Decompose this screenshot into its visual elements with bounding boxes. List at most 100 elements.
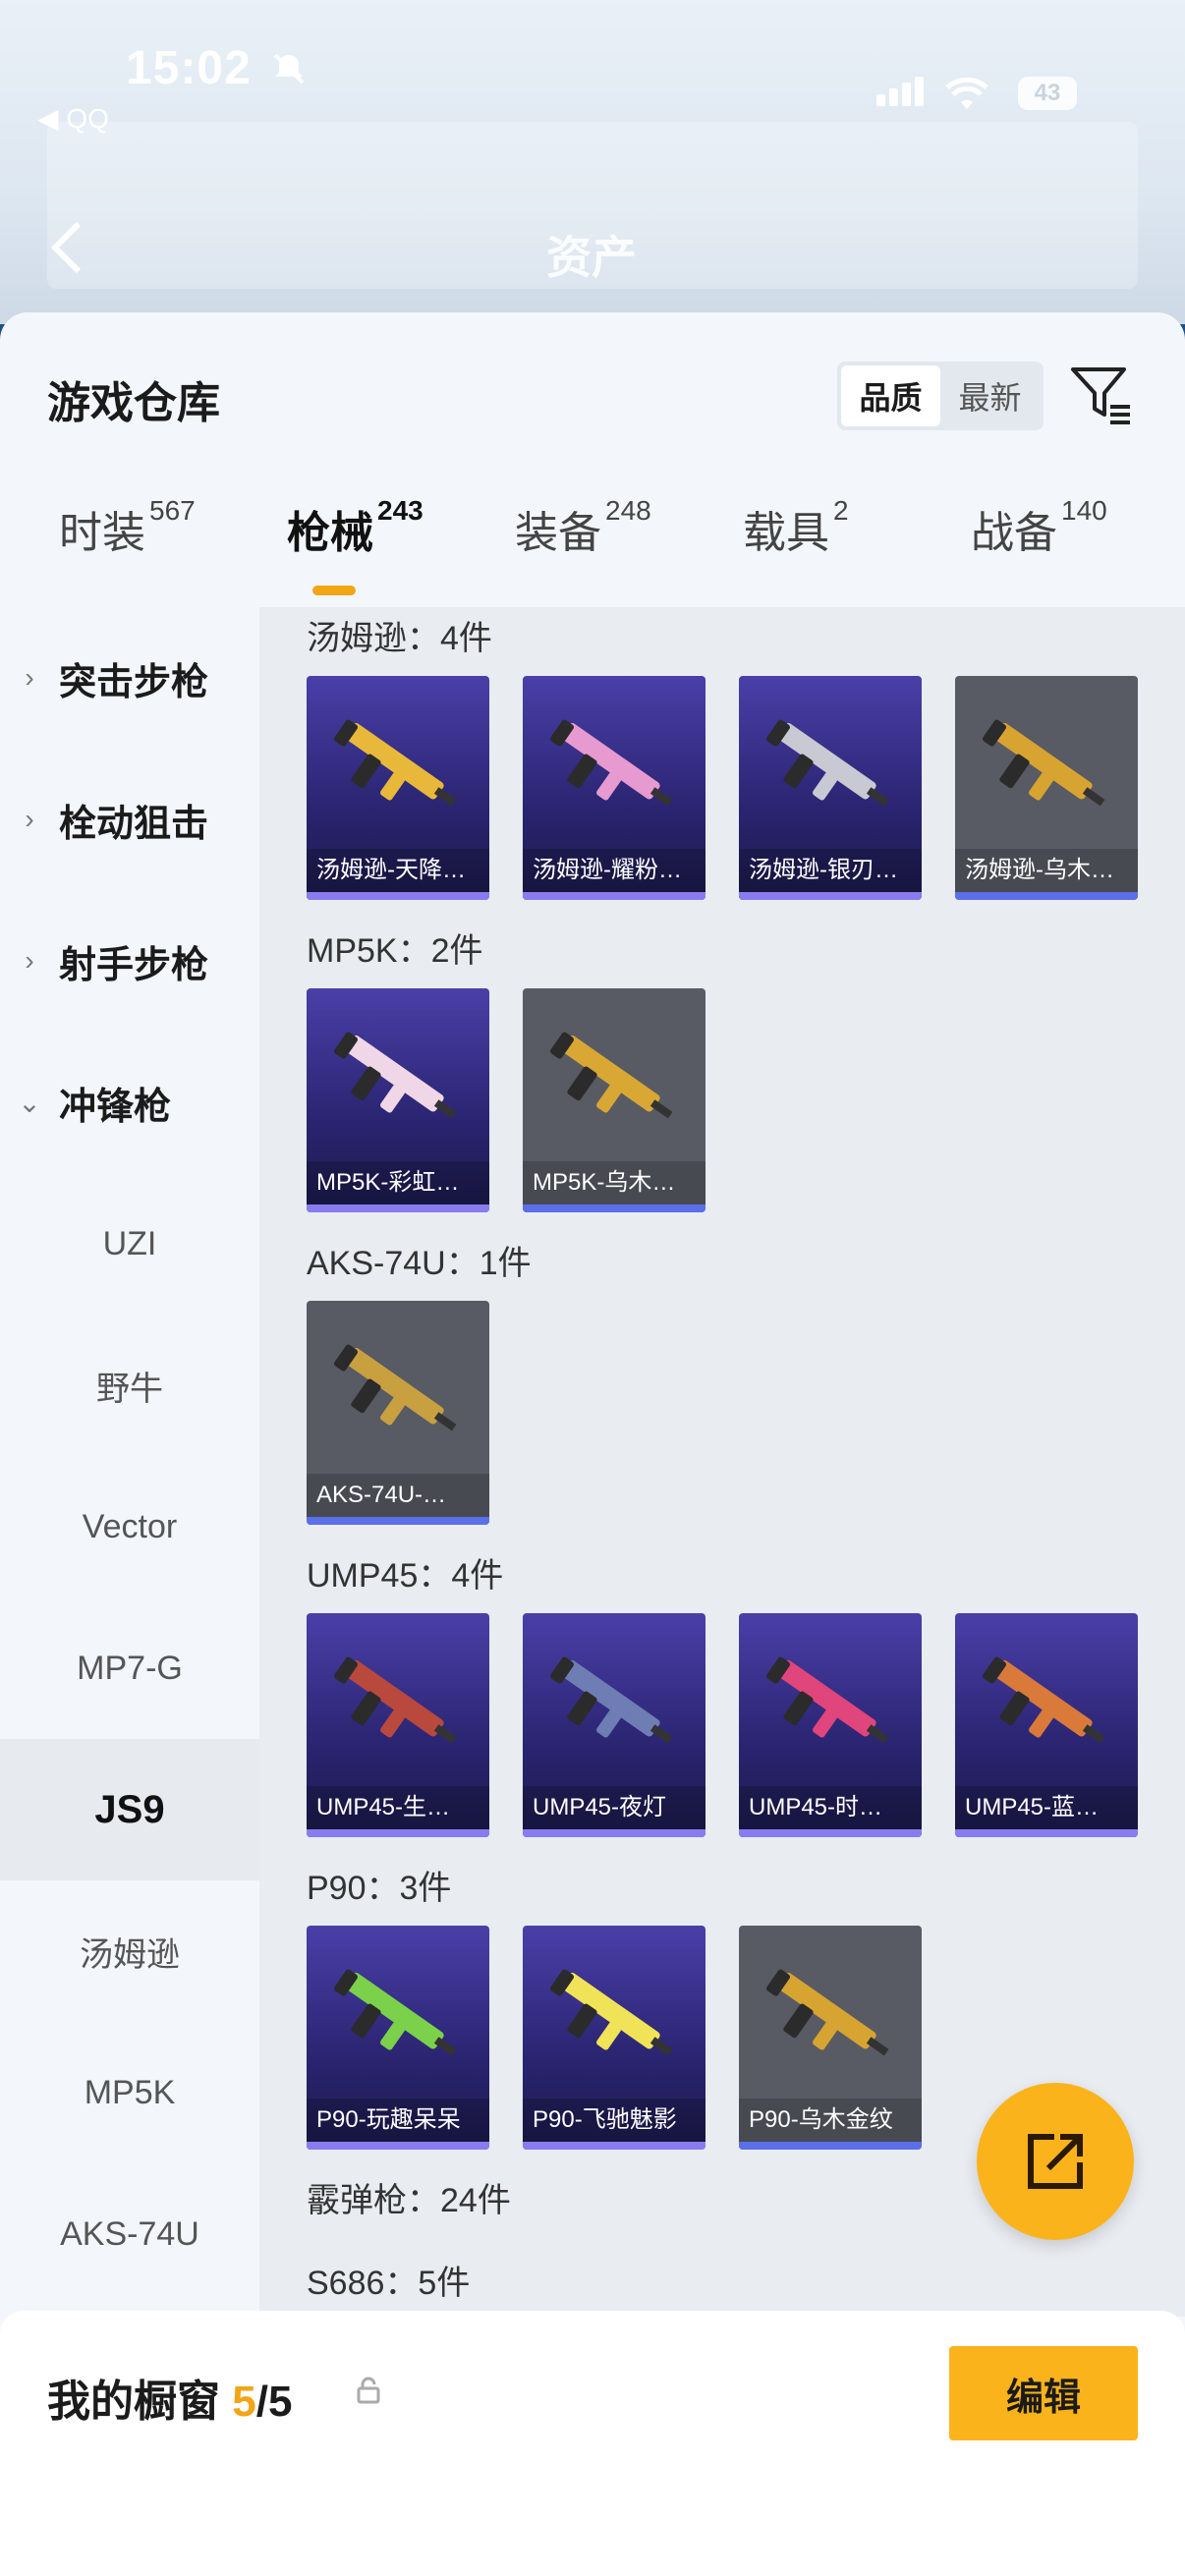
sort-quality-button[interactable]: 品质 xyxy=(841,365,940,426)
page-title: 资产 xyxy=(546,232,637,283)
showcase-title: 我的橱窗 5/5 xyxy=(47,2378,293,2426)
weapon-card[interactable]: 汤姆逊-银刃… xyxy=(739,676,922,900)
weapon-icon xyxy=(982,719,1105,807)
sort-latest-button[interactable]: 最新 xyxy=(940,365,1040,426)
weapon-icon xyxy=(333,1032,457,1119)
sidebar: › 突击步枪 › 栓动狙击 › 射手步枪 ⌄ 冲锋枪 UZI 野牛 Vector… xyxy=(0,607,259,2317)
weapon-name: UMP45-生… xyxy=(307,1786,489,1829)
weapon-icon xyxy=(549,1032,673,1119)
quality-bar xyxy=(739,892,922,900)
weapon-icon xyxy=(765,1969,889,2056)
weapon-icon xyxy=(549,1969,673,2056)
quality-bar xyxy=(523,1829,705,1837)
share-button[interactable] xyxy=(977,2083,1134,2240)
weapon-name: P90-玩趣呆呆 xyxy=(307,2099,489,2142)
weapon-icon xyxy=(333,1969,457,2056)
filter-icon[interactable] xyxy=(1069,362,1134,426)
weapon-card[interactable]: MP5K-彩虹… xyxy=(307,988,489,1212)
share-icon xyxy=(1028,2134,1083,2189)
weapon-card[interactable]: 汤姆逊-天降… xyxy=(307,676,489,900)
tab-supplies[interactable]: 战备 140 xyxy=(971,495,1107,560)
quality-bar xyxy=(307,1517,489,1525)
weapon-name: 汤姆逊-天降… xyxy=(307,849,489,892)
weapon-icon xyxy=(333,1344,457,1431)
quality-bar xyxy=(307,1204,489,1212)
sidebar-category-smg[interactable]: ⌄ 冲锋枪 xyxy=(0,1032,259,1173)
weapon-icon xyxy=(333,1656,457,1744)
tab-vehicles[interactable]: 载具 2 xyxy=(743,495,849,560)
wifi-icon xyxy=(945,78,988,109)
header-background: 15:02 ◀ QQ 43 资产 xyxy=(0,0,1185,324)
weapon-icon xyxy=(549,719,673,807)
sidebar-item-vector[interactable]: Vector xyxy=(0,1456,259,1597)
weapon-name: 汤姆逊-银刃… xyxy=(739,849,922,892)
weapon-card[interactable]: 汤姆逊-乌木… xyxy=(955,676,1138,900)
quality-bar xyxy=(523,2142,705,2150)
group-title: UMP45：4件 xyxy=(307,1557,504,1595)
sidebar-item-aks74u[interactable]: AKS-74U xyxy=(0,2163,259,2305)
weapon-icon xyxy=(982,1656,1105,1744)
sidebar-item-mp5k[interactable]: MP5K xyxy=(0,2022,259,2163)
weapon-icon xyxy=(765,719,889,807)
weapon-name: UMP45-蓝… xyxy=(955,1786,1138,1829)
weapon-icon xyxy=(333,719,457,807)
quality-bar xyxy=(307,892,489,900)
warehouse-panel: 游戏仓库 品质 最新 时装 567 枪械 243 装备 248 载具 2 战备 140 ›… xyxy=(0,312,1185,2576)
weapon-name: P90-飞驰魅影 xyxy=(523,2099,705,2142)
group-title: 汤姆逊：4件 xyxy=(307,620,492,657)
back-to-app-link[interactable]: ◀ QQ xyxy=(37,102,109,135)
tab-guns[interactable]: 枪械 243 xyxy=(287,495,423,560)
sidebar-category-assault-rifle[interactable]: › 突击步枪 xyxy=(0,607,259,749)
quality-bar xyxy=(955,892,1138,900)
edit-button[interactable]: 编辑 xyxy=(949,2346,1138,2440)
lock-icon xyxy=(357,2377,380,2404)
quality-bar xyxy=(307,2142,489,2150)
weapon-name: UMP45-时… xyxy=(739,1786,922,1829)
back-arrow-icon[interactable] xyxy=(47,218,86,277)
mute-bell-icon xyxy=(273,53,305,84)
panel-title: 游戏仓库 xyxy=(47,379,220,427)
quality-bar xyxy=(523,1204,705,1212)
weapon-name: AKS-74U-… xyxy=(307,1474,489,1517)
weapon-card[interactable]: UMP45-生… xyxy=(307,1613,489,1837)
showcase-bar: 我的橱窗 5/5 编辑 xyxy=(0,2311,1185,2576)
quality-bar xyxy=(523,892,705,900)
group-title: S686：5件 xyxy=(307,2265,471,2302)
weapon-card[interactable]: 汤姆逊-耀粉… xyxy=(523,676,705,900)
sidebar-category-marksman-rifle[interactable]: › 射手步枪 xyxy=(0,890,259,1032)
tab-equipment[interactable]: 装备 248 xyxy=(515,495,651,560)
sidebar-item-bison[interactable]: 野牛 xyxy=(0,1315,259,1456)
tab-fashion[interactable]: 时装 567 xyxy=(59,495,196,560)
weapon-card[interactable]: UMP45-夜灯 xyxy=(523,1613,705,1837)
sidebar-item-thompson[interactable]: 汤姆逊 xyxy=(0,1880,259,2022)
category-tabs: 时装 567 枪械 243 装备 248 载具 2 战备 140 xyxy=(0,495,1185,605)
weapon-name: P90-乌木金纹 xyxy=(739,2099,922,2142)
weapon-card[interactable]: MP5K-乌木… xyxy=(523,988,705,1212)
status-time: 15:02 xyxy=(126,42,252,94)
weapon-card[interactable]: P90-飞驰魅影 xyxy=(523,1926,705,2150)
weapon-card[interactable]: AKS-74U-… xyxy=(307,1301,489,1525)
quality-bar xyxy=(739,1829,922,1837)
status-icons xyxy=(876,77,988,111)
weapon-icon xyxy=(765,1656,889,1744)
weapon-name: 汤姆逊-乌木… xyxy=(955,849,1138,892)
battery-indicator: 43 xyxy=(1018,77,1077,110)
sidebar-category-bolt-sniper[interactable]: › 栓动狙击 xyxy=(0,749,259,890)
chevron-right-icon: › xyxy=(25,945,34,976)
weapon-card[interactable]: P90-乌木金纹 xyxy=(739,1926,922,2150)
weapon-name: MP5K-彩虹… xyxy=(307,1161,489,1204)
sidebar-item-uzi[interactable]: UZI xyxy=(0,1173,259,1315)
group-title: MP5K：2件 xyxy=(307,932,483,970)
weapon-name: 汤姆逊-耀粉… xyxy=(523,849,705,892)
group-title: 霰弹枪：24件 xyxy=(307,2182,511,2219)
weapon-card[interactable]: UMP45-时… xyxy=(739,1613,922,1837)
chevron-down-icon: ⌄ xyxy=(18,1087,41,1118)
signal-icon xyxy=(876,77,928,111)
sidebar-item-js9[interactable]: JS9 xyxy=(0,1739,259,1880)
chevron-right-icon: › xyxy=(25,804,34,834)
weapon-card[interactable]: P90-玩趣呆呆 xyxy=(307,1926,489,2150)
sidebar-item-mp7g[interactable]: MP7-G xyxy=(0,1597,259,1739)
weapon-list: 汤姆逊：4件 汤姆逊-天降… 汤姆逊-耀粉… 汤姆逊-银刃… 汤姆逊-乌木… M… xyxy=(259,607,1185,2317)
weapon-card[interactable]: UMP45-蓝… xyxy=(955,1613,1138,1837)
weapon-name: MP5K-乌木… xyxy=(523,1161,705,1204)
